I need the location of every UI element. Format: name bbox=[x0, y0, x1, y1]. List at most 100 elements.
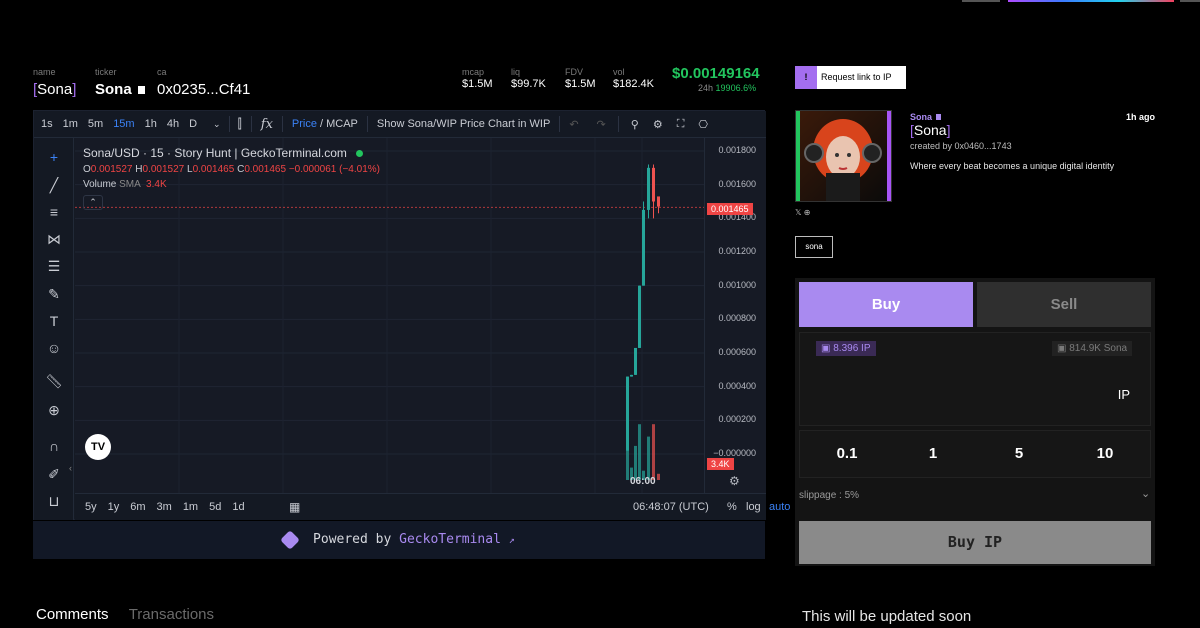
range-group: 5y 1y 6m 3m 1m 5d 1d bbox=[85, 501, 256, 513]
volume-tag: 3.4K bbox=[707, 458, 734, 470]
candle-body bbox=[630, 374, 633, 377]
search-icon[interactable]: ⚲ bbox=[631, 118, 639, 131]
tab-comments[interactable]: Comments bbox=[36, 606, 109, 623]
stat-label-fdv: FDV bbox=[565, 67, 583, 77]
candle-body bbox=[626, 376, 629, 451]
y-tick: −0.000000 bbox=[713, 448, 756, 458]
profile-ticker-text: Sona bbox=[910, 112, 933, 122]
fib-icon[interactable]: ☰ bbox=[43, 255, 65, 277]
indicators-icon[interactable]: fx bbox=[261, 117, 273, 132]
volume-legend: Volume SMA 3.4K bbox=[83, 179, 167, 190]
auto-toggle[interactable]: auto bbox=[769, 501, 790, 513]
lines-icon[interactable]: ≡ bbox=[43, 201, 65, 223]
tab-transactions[interactable]: Transactions bbox=[129, 606, 214, 623]
mcap-toggle[interactable]: / MCAP bbox=[320, 118, 358, 130]
show-wip-chart-button[interactable]: Show Sona/WIP Price Chart in WIP bbox=[377, 118, 550, 130]
collapse-legend-button[interactable]: ⌃ bbox=[83, 195, 103, 210]
ohlc-high: 0.001527 bbox=[142, 164, 185, 175]
chart-toolbar: 1s 1m 5m 15m 1h 4h D ⌄ ⫿ fx Price / MCAP Show … bbox=[34, 111, 766, 138]
pattern-icon[interactable]: ⋈ bbox=[43, 228, 65, 250]
range-3m[interactable]: 3m bbox=[157, 501, 172, 513]
quick-amount-0.1[interactable]: 0.1 bbox=[817, 445, 877, 462]
candles-icon[interactable]: ⫿ bbox=[238, 116, 242, 132]
interval-1s[interactable]: 1s bbox=[41, 118, 53, 130]
copy-icon[interactable] bbox=[935, 114, 941, 120]
trend-line-icon[interactable]: ╱ bbox=[43, 174, 65, 196]
x-icon[interactable]: 𝕏 bbox=[795, 208, 801, 217]
amount-input-box[interactable]: ▣ 8.396 IP ▣ 814.9K Sona IP bbox=[799, 332, 1151, 426]
tag-badge[interactable]: sona bbox=[795, 236, 833, 258]
chevron-down-icon[interactable]: ⌄ bbox=[213, 119, 221, 130]
collapse-toolbar-arrow[interactable]: ‹ bbox=[69, 463, 72, 473]
token-balance-chip: ▣ 814.9K Sona bbox=[1052, 341, 1133, 356]
interval-1m[interactable]: 1m bbox=[63, 118, 78, 130]
crosshair-icon[interactable]: + bbox=[43, 146, 65, 168]
buy-ip-button[interactable]: Buy IP bbox=[799, 521, 1151, 564]
range-1y[interactable]: 1y bbox=[108, 501, 120, 513]
interval-1h[interactable]: 1h bbox=[145, 118, 157, 130]
slippage-chevron-icon[interactable]: ⌄ bbox=[1141, 487, 1150, 500]
interval-5m[interactable]: 5m bbox=[88, 118, 103, 130]
gear-icon[interactable]: ⚙ bbox=[653, 118, 663, 131]
profile-name-text: Sona bbox=[913, 122, 947, 138]
zoom-in-icon[interactable]: ⊕ bbox=[43, 399, 65, 421]
lock-draw-icon[interactable]: ✐ bbox=[43, 463, 65, 485]
utc-clock[interactable]: 06:48:07 (UTC) bbox=[633, 501, 709, 513]
range-1m[interactable]: 1m bbox=[183, 501, 198, 513]
sell-tab[interactable]: Sell bbox=[977, 282, 1151, 327]
axis-settings-icon[interactable]: ⚙ bbox=[729, 474, 740, 488]
undo-icon[interactable]: ↶ bbox=[569, 118, 578, 131]
redo-icon[interactable]: ↷ bbox=[597, 118, 606, 131]
date-range-icon[interactable]: ▦ bbox=[289, 500, 300, 514]
quick-amount-5[interactable]: 5 bbox=[989, 445, 1049, 462]
quick-amount-10[interactable]: 10 bbox=[1075, 445, 1135, 462]
buy-tab[interactable]: Buy bbox=[799, 282, 973, 327]
brush-icon[interactable]: ✎ bbox=[43, 283, 65, 305]
ruler-icon[interactable]: 📏︎ bbox=[43, 370, 65, 392]
emoji-icon[interactable]: ☺ bbox=[43, 337, 65, 359]
price-chart: 1s 1m 5m 15m 1h 4h D ⌄ ⫿ fx Price / MCAP Show … bbox=[33, 110, 790, 520]
candle-body bbox=[652, 167, 655, 202]
interval-4h[interactable]: 4h bbox=[167, 118, 179, 130]
range-5d[interactable]: 5d bbox=[209, 501, 221, 513]
alert-icon: ! bbox=[795, 66, 817, 89]
interval-15m[interactable]: 15m bbox=[113, 118, 134, 130]
slippage-setting[interactable]: slippage : 5% bbox=[799, 490, 859, 501]
percent-toggle[interactable]: % bbox=[727, 501, 737, 513]
ohlc-readout: O0.001527 H0.001527 L0.001465 C0.001465 … bbox=[83, 164, 380, 175]
range-6m[interactable]: 6m bbox=[130, 501, 145, 513]
price-axis[interactable]: 0.001800 0.001600 0.001400 0.001200 0.001000… bbox=[704, 138, 766, 493]
token-name-text: Sona bbox=[37, 81, 73, 98]
candle-body bbox=[657, 196, 660, 207]
wallet-icon: ▣ bbox=[821, 343, 831, 354]
profile-ticker: Sona bbox=[910, 112, 941, 122]
profile-created-by[interactable]: created by 0x0460...1743 bbox=[910, 141, 1012, 151]
unlock-icon[interactable]: ⊔ bbox=[43, 490, 65, 512]
chart-title: Sona/USD · 15 · Story Hunt | GeckoTermin… bbox=[83, 146, 364, 160]
powered-by-banner[interactable]: Powered by GeckoTerminal ↗ bbox=[33, 521, 765, 559]
fullscreen-icon[interactable]: ⛶ bbox=[677, 118, 685, 131]
stat-label-liq: liq bbox=[511, 67, 521, 77]
stat-label-mcap: mcap bbox=[462, 67, 485, 77]
quick-amount-1[interactable]: 1 bbox=[903, 445, 963, 462]
text-icon[interactable]: T bbox=[43, 310, 65, 332]
top-bar-gray-2 bbox=[1180, 0, 1200, 2]
range-5y[interactable]: 5y bbox=[85, 501, 97, 513]
external-link-icon: ↗ bbox=[508, 535, 515, 546]
ip-balance-chip: ▣ 8.396 IP bbox=[816, 341, 876, 356]
contract-address[interactable]: 0x0235...Cf41 bbox=[157, 81, 250, 98]
magnet-icon[interactable]: ∩ bbox=[43, 435, 65, 457]
price-toggle[interactable]: Price bbox=[292, 118, 317, 130]
request-link-button[interactable]: ! Request link to IP bbox=[795, 66, 906, 89]
range-1d[interactable]: 1d bbox=[232, 501, 244, 513]
tradingview-logo-icon[interactable]: TV bbox=[85, 434, 111, 460]
interval-D[interactable]: D bbox=[189, 118, 197, 130]
candles-svg bbox=[75, 138, 704, 493]
globe-icon[interactable]: ⊕ bbox=[804, 208, 811, 217]
chart-plot-area[interactable]: Sona/USD · 15 · Story Hunt | GeckoTermin… bbox=[69, 138, 704, 493]
camera-icon[interactable]: ⎔ bbox=[698, 118, 708, 131]
y-tick: 0.000600 bbox=[718, 347, 756, 357]
log-toggle[interactable]: log bbox=[746, 501, 761, 513]
copy-icon[interactable] bbox=[137, 86, 145, 94]
token-balance: 814.9K Sona bbox=[1069, 343, 1128, 354]
